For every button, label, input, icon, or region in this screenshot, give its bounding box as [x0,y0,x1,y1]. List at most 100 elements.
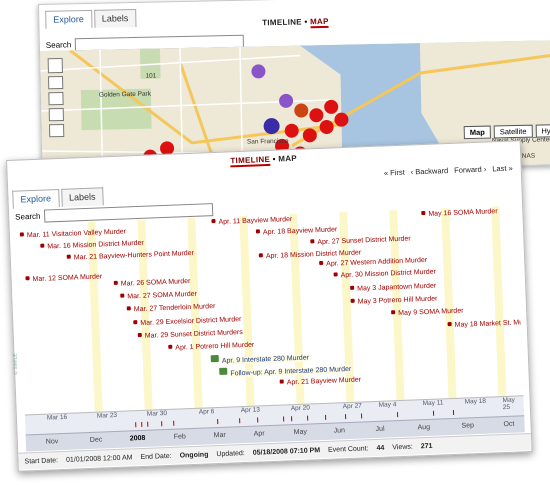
event-tick [135,422,137,428]
event-label: Apr. 18 Bayview Murder [262,226,338,237]
axis-label: Jul [375,425,385,434]
timeline-event[interactable]: Mar. 21 Bayview-Hunters Point Murder [66,250,194,262]
map-type-map-button[interactable]: Map [463,125,491,140]
axis-label: Apr 27 [342,402,362,411]
timeline-nav: « First ‹ Backward Forward › Last » [384,164,513,178]
timeline-event[interactable]: Apr. 11 Bayview Murder [211,216,292,226]
views-value: 271 [420,442,433,450]
map-type-satellite-button[interactable]: Satellite [493,124,533,139]
event-marker-icon [168,344,173,349]
zoom-in-icon[interactable] [48,75,64,90]
event-label: Mar. 11 Visitacion Valley Murder [26,228,127,240]
axis-label: May 25 [502,396,516,412]
views-label: Views: [392,443,413,451]
event-tick [307,415,309,421]
event-marker-icon [391,310,396,315]
map-type-hybrid-button[interactable]: Hybrid [535,123,550,138]
start-date-label: Start Date: [24,456,59,466]
toggle-separator: • [272,154,276,164]
event-tick [291,416,293,422]
event-tick [283,416,285,422]
event-tick [432,410,435,416]
map-type-buttons: Map Satellite Hybrid [463,123,550,140]
event-count-value: 44 [376,444,385,452]
axis-label: May 11 [422,399,444,408]
timeline-event[interactable]: Apr. 27 Western Addition Murder [319,257,427,268]
tab-explore[interactable]: Explore [12,188,60,209]
axis-label: Apr 20 [290,404,311,413]
event-marker-icon [350,285,355,290]
nav-forward-link[interactable]: Forward › [454,165,486,175]
nav-backward-link[interactable]: ‹ Backward [411,166,449,176]
timeline-event[interactable]: Mar. 29 Excelsior District Murder [133,316,242,327]
zoom-slider-icon[interactable] [49,123,65,138]
event-marker-icon [133,320,138,325]
event-marker-icon [137,332,142,338]
timeline-event[interactable]: Mar. 11 Visitacion Valley Murder [19,228,127,240]
event-marker-icon [120,293,125,298]
timeline-event[interactable]: May 18 Market St. Murder [447,318,525,329]
axis-label: Jun [333,427,346,435]
axis-label: May 4 [378,401,397,409]
zoom-out-icon[interactable] [48,91,64,106]
simile-credit[interactable]: © SIMILE [12,353,19,375]
nav-first-link[interactable]: « First [384,168,405,178]
axis-label: Oct [503,420,515,429]
event-count-label: Event Count: [327,444,369,454]
event-marker-icon [66,254,71,259]
axis-label: May [293,428,308,437]
event-tick [161,421,163,427]
axis-label: Apr 13 [240,406,261,415]
event-tick [173,420,175,426]
timeline-event[interactable]: Mar. 26 SOMA Murder [113,278,191,288]
week-band [187,217,203,408]
event-marker-icon [350,298,355,303]
timeline-event[interactable]: May 16 SOMA Murder [421,208,498,218]
event-label: Apr. 30 Mission District Murder [340,268,437,280]
week-band [87,221,103,412]
event-tick [396,412,399,418]
timeline-event-highlighted[interactable]: Follow-up: Apr. 9 Interstate 280 Murder [219,363,352,378]
event-tick [360,413,363,419]
axis-label: Mar [213,431,226,440]
event-marker-icon [255,229,261,234]
event-tick [257,417,259,423]
event-tick [217,419,219,425]
pan-up-icon[interactable] [47,57,63,74]
timeline-link[interactable]: TIMELINE [230,154,271,168]
search-label: Search [15,211,41,222]
event-marker-icon [19,232,24,237]
event-marker-icon [421,210,426,216]
timeline-event[interactable]: Mar. 27 SOMA Murder [120,291,197,301]
axis-label: Dec [89,436,103,444]
timeline-link[interactable]: TIMELINE [262,17,302,27]
axis-label: Mar 30 [146,410,168,418]
event-marker-icon [447,322,452,327]
tab-labels[interactable]: Labels [60,187,104,207]
event-label: May 9 SOMA Murder [398,307,464,318]
map-link[interactable]: MAP [309,16,329,29]
axis-label: Mar 16 [46,413,68,422]
week-band [491,206,507,397]
event-marker-icon [25,276,30,281]
event-marker-icon [113,280,118,285]
map-link[interactable]: MAP [278,154,297,164]
timeline-band[interactable]: Mar. 11 Visitacion Valley Murder Mar. 16… [17,205,525,435]
zoom-out-icon[interactable] [48,107,64,122]
axis-label: Nov [45,438,59,446]
timeline-event[interactable]: Mar. 29 Sunset District Murders [137,329,243,340]
start-date-value: 01/01/2008 12:00 AM [65,453,133,464]
event-tick [325,414,327,420]
event-tick [345,414,347,420]
axis-label: Aug [417,423,431,432]
nav-last-link[interactable]: Last » [492,164,513,174]
event-label: Apr. 1 Potrero Hill Murder [175,341,255,352]
week-band [239,215,255,406]
end-date-label: End Date: [140,452,172,461]
event-marker-icon [333,272,338,277]
event-label: Mar. 27 SOMA Murder [127,290,198,301]
axis-label: Apr [253,430,265,438]
timeline-event[interactable]: Apr. 1 Potrero Hill Murder [168,342,254,352]
event-label: Mar. 26 SOMA Murder [120,278,191,288]
event-label: May 18 Market St. Murder [454,318,525,329]
